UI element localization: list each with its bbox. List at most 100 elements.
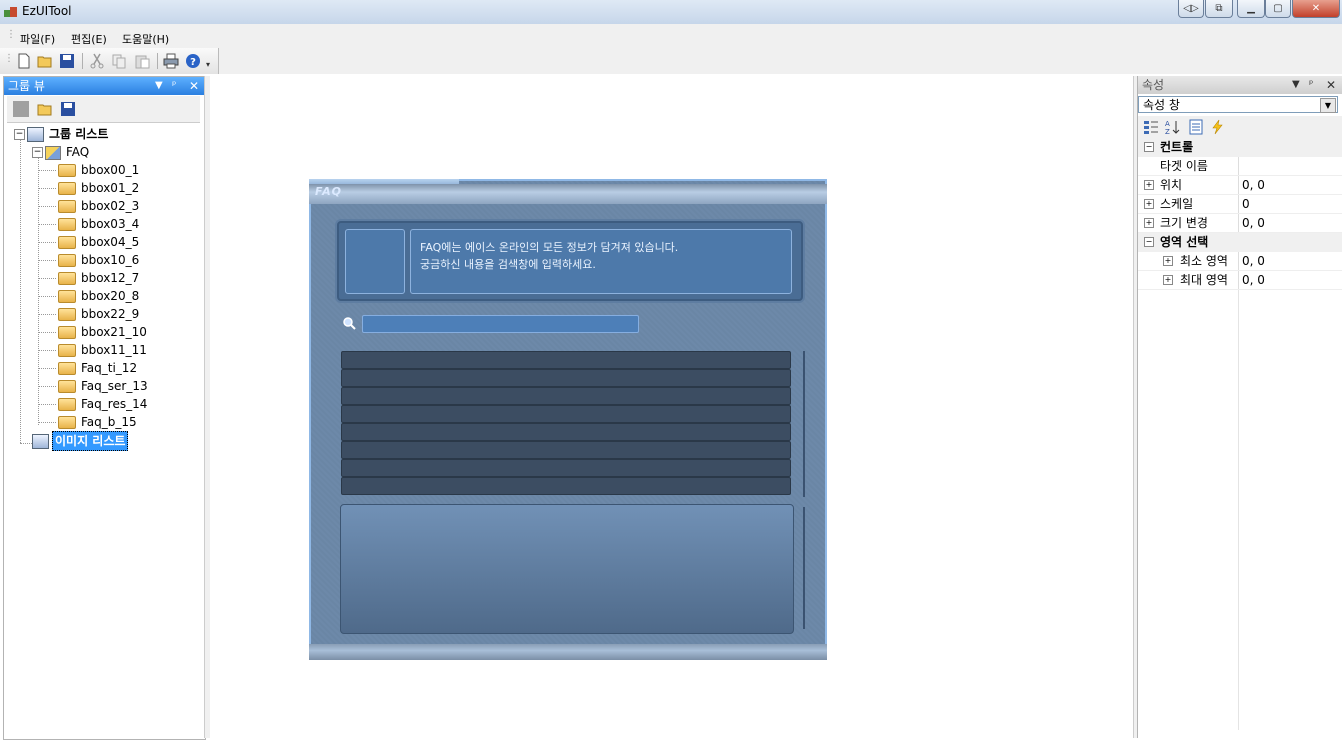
tile-icon[interactable]: ⧉ [1205, 0, 1233, 18]
close-icon[interactable]: ✕ [1326, 76, 1336, 94]
restore-layout-icon[interactable]: ◁▷ [1178, 0, 1204, 18]
tree-node-item[interactable]: bbox03_4 [58, 215, 141, 233]
expand-icon[interactable]: + [1163, 256, 1173, 266]
tree-node-item[interactable]: bbox02_3 [58, 197, 141, 215]
overflow-chevron-icon[interactable]: ▾ [206, 60, 210, 69]
tree-node-item[interactable]: bbox04_5 [58, 233, 141, 251]
open-folder-icon[interactable] [37, 53, 53, 69]
faq-list-row[interactable] [341, 387, 791, 405]
faq-window[interactable]: FAQ FAQ에는 에이스 온라인의 모든 정보가 담겨져 있습니다. 궁금하신… [309, 179, 827, 660]
save-icon[interactable] [59, 53, 75, 69]
expand-icon[interactable]: + [1144, 218, 1154, 228]
faq-list-row[interactable] [341, 405, 791, 423]
open-folder-icon[interactable] [37, 101, 53, 117]
close-icon[interactable]: ✕ [189, 77, 199, 95]
faq-search-input[interactable] [362, 315, 639, 333]
tree-node-group-list[interactable]: − 그룹 리스트 [14, 125, 110, 143]
tree-node-item[interactable]: Faq_res_14 [58, 395, 149, 413]
property-row-min-region[interactable]: + 최소 영역 0, 0 [1138, 252, 1342, 271]
search-icon[interactable] [342, 316, 356, 330]
tree-node-item[interactable]: Faq_b_15 [58, 413, 139, 431]
save-icon[interactable] [60, 101, 76, 117]
category-region[interactable]: − 영역 선택 [1138, 233, 1342, 252]
print-icon[interactable] [163, 53, 179, 69]
close-button[interactable]: ✕ [1292, 0, 1340, 18]
alphabetical-icon[interactable]: AZ [1165, 119, 1181, 135]
faq-message-line-2: 궁금하신 내용을 검색창에 입력하세요. [420, 258, 596, 271]
menu-help[interactable]: 도움말(H) [122, 31, 169, 47]
minimize-button[interactable]: ▁ [1237, 0, 1265, 18]
pin-icon[interactable]: ᵖ [172, 77, 176, 95]
faq-list-row[interactable] [341, 369, 791, 387]
folder-icon [58, 416, 76, 429]
help-icon[interactable]: ? [185, 53, 201, 69]
property-value[interactable]: 0, 0 [1242, 271, 1265, 289]
blank-icon[interactable] [13, 101, 29, 117]
copy-icon[interactable] [111, 53, 127, 69]
tree-node-faq[interactable]: − FAQ [32, 143, 91, 161]
property-row-position[interactable]: + 위치 0, 0 [1138, 176, 1342, 195]
list-icon [27, 127, 44, 142]
tree-node-item[interactable]: Faq_ser_13 [58, 377, 150, 395]
property-value[interactable]: 0, 0 [1242, 176, 1265, 194]
property-pages-icon[interactable] [1188, 119, 1204, 135]
faq-result-list[interactable] [341, 351, 791, 497]
pin-icon[interactable]: ᵖ [1309, 76, 1313, 94]
menu-edit[interactable]: 편집(E) [71, 31, 107, 47]
folder-icon [58, 182, 76, 195]
folder-icon [58, 254, 76, 267]
collapse-icon[interactable]: − [14, 129, 25, 140]
categorized-icon[interactable] [1143, 119, 1159, 135]
dropdown-icon[interactable]: ▼ [155, 77, 163, 95]
faq-list-row[interactable] [341, 477, 791, 495]
tree-label: bbox21_10 [81, 325, 147, 339]
category-control[interactable]: − 컨트롤 [1138, 138, 1342, 157]
faq-list-row[interactable] [341, 441, 791, 459]
expand-icon[interactable]: + [1144, 180, 1154, 190]
tree-node-item[interactable]: bbox10_6 [58, 251, 141, 269]
paste-icon[interactable] [134, 53, 150, 69]
column-divider [1238, 290, 1239, 730]
chevron-down-icon[interactable]: ▼ [1320, 98, 1336, 113]
property-row-target-name[interactable]: 타겟 이름 [1138, 157, 1342, 176]
tree-node-item[interactable]: bbox12_7 [58, 269, 141, 287]
property-value[interactable]: 0, 0 [1242, 252, 1265, 270]
collapse-icon[interactable]: − [32, 147, 43, 158]
property-row-resize[interactable]: + 크기 변경 0, 0 [1138, 214, 1342, 233]
maximize-button[interactable]: ▢ [1265, 0, 1291, 18]
group-item-icon [45, 145, 61, 160]
tree-node-image-list[interactable]: 이미지 리스트 [32, 431, 129, 451]
tree-line [38, 260, 56, 261]
tree-node-item[interactable]: bbox21_10 [58, 323, 149, 341]
category-label: 영역 선택 [1160, 235, 1209, 249]
property-object-select[interactable]: 속성 창 ▼ [1138, 96, 1338, 113]
tree-node-item[interactable]: bbox01_2 [58, 179, 141, 197]
expand-icon[interactable]: + [1163, 275, 1173, 285]
faq-list-row[interactable] [341, 351, 791, 369]
faq-list-row[interactable] [341, 459, 791, 477]
tree-node-item[interactable]: bbox11_11 [58, 341, 149, 359]
tree-node-item[interactable]: Faq_ti_12 [58, 359, 139, 377]
property-row-scale[interactable]: + 스케일 0 [1138, 195, 1342, 214]
property-row-max-region[interactable]: + 최대 영역 0, 0 [1138, 271, 1342, 290]
expand-icon[interactable]: + [1144, 199, 1154, 209]
new-file-icon[interactable] [16, 53, 32, 69]
faq-list-row[interactable] [341, 423, 791, 441]
tree-node-item[interactable]: bbox00_1 [58, 161, 141, 179]
collapse-icon[interactable]: − [1144, 142, 1154, 152]
events-icon[interactable] [1210, 119, 1226, 135]
cut-icon[interactable] [89, 53, 105, 69]
property-header: 속성 ▼ ᵖ ✕ [1138, 76, 1342, 94]
property-value[interactable]: 0 [1242, 195, 1250, 213]
tree-node-item[interactable]: bbox22_9 [58, 305, 141, 323]
faq-list-scrollbar[interactable] [803, 351, 805, 497]
tree-line [38, 224, 56, 225]
dropdown-icon[interactable]: ▼ [1292, 76, 1300, 94]
property-value[interactable]: 0, 0 [1242, 214, 1265, 232]
faq-footer [309, 644, 827, 660]
tree-node-item[interactable]: bbox20_8 [58, 287, 141, 305]
menu-file[interactable]: 파일(F) [20, 31, 55, 47]
faq-detail-scrollbar[interactable] [803, 507, 805, 629]
property-name: 크기 변경 [1160, 216, 1208, 230]
collapse-icon[interactable]: − [1144, 237, 1154, 247]
